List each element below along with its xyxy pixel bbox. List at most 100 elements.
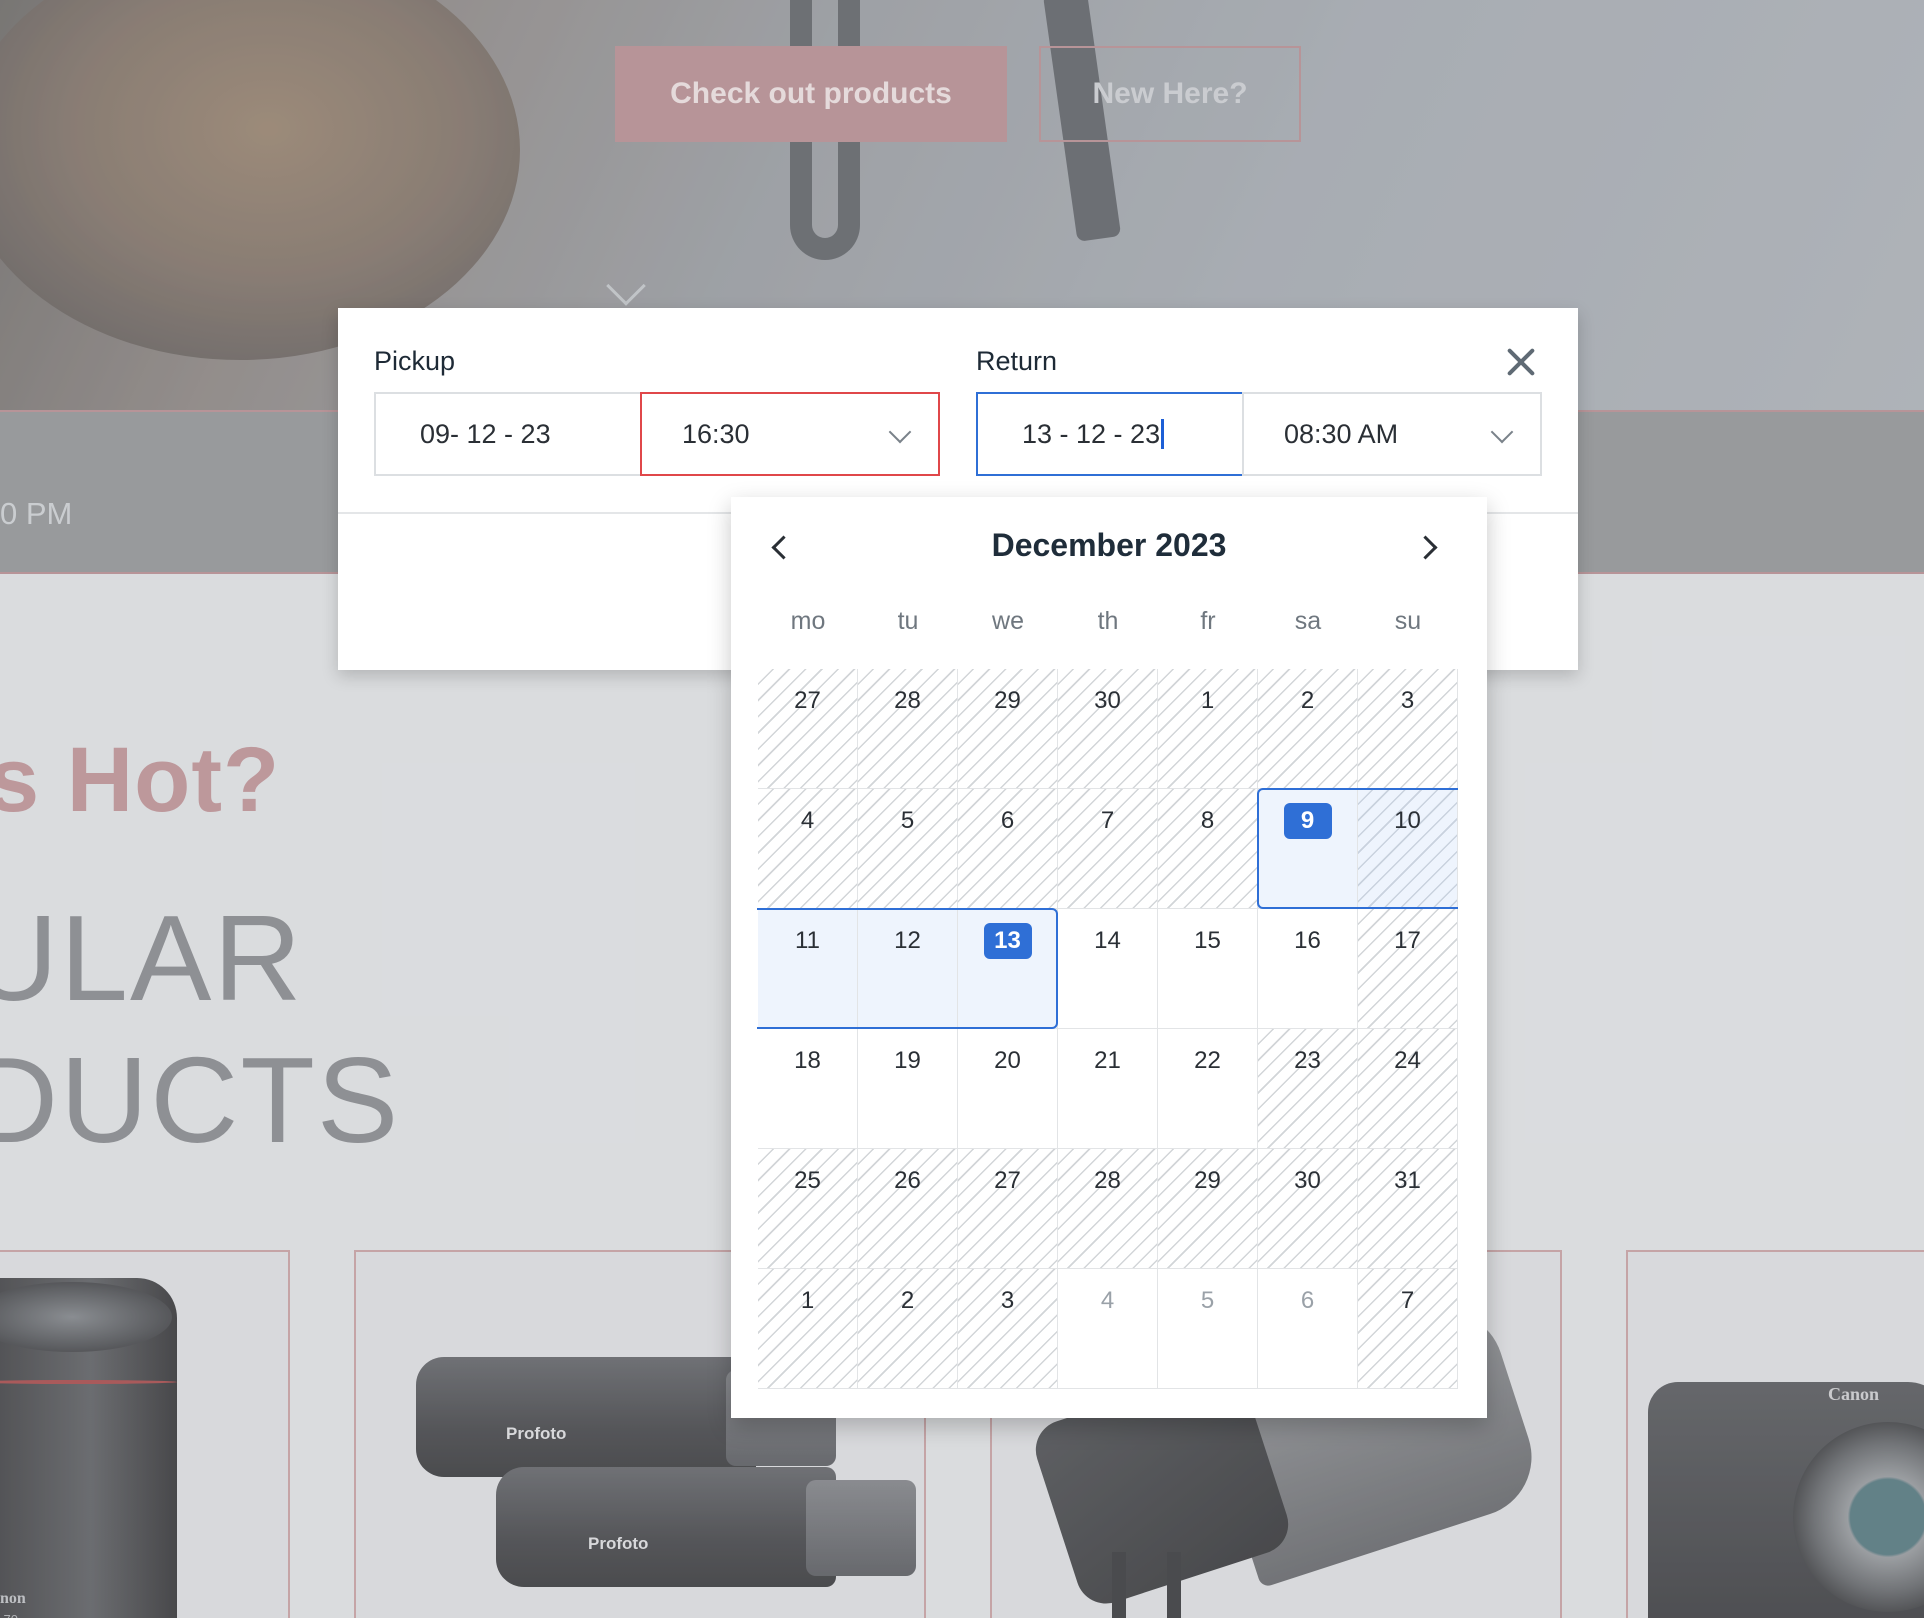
band-time-text: 0 PM	[0, 496, 73, 531]
calendar-day-number: 16	[1294, 927, 1321, 954]
calendar-day[interactable]: 5	[1158, 1269, 1258, 1389]
light-stand	[1112, 1552, 1126, 1618]
selected-day-badge: 13	[983, 923, 1032, 959]
calendar-day[interactable]: 6	[1258, 1269, 1358, 1389]
weekday-header: fr	[1200, 607, 1216, 635]
calendar-day: 8	[1158, 789, 1258, 909]
calendar-day: 23	[1258, 1029, 1358, 1149]
chevron-down-icon	[1490, 420, 1514, 444]
calendar-day-number: 24	[1394, 1047, 1421, 1074]
product-card-lens[interactable]: anon 4-70	[0, 1250, 290, 1618]
section-title-line2: DUCTS	[0, 1032, 401, 1168]
calendar-day-number: 28	[1094, 1167, 1121, 1194]
pickup-label: Pickup	[374, 346, 456, 376]
calendar-day: 25	[758, 1149, 858, 1269]
camera-brand-text: Canon	[1828, 1384, 1880, 1404]
calendar-day: 24	[1358, 1029, 1458, 1149]
calendar-day-number: 10	[1394, 807, 1421, 834]
calendar-day: 3	[958, 1269, 1058, 1389]
return-time-select[interactable]: 08:30 AM	[1242, 392, 1542, 476]
calendar-day-number: 26	[894, 1167, 921, 1194]
calendar-day-number: 21	[1094, 1047, 1121, 1074]
light-stand	[1167, 1552, 1181, 1618]
calendar-day-number: 17	[1394, 927, 1421, 954]
calendar-day-number: 29	[994, 687, 1021, 714]
calendar-day[interactable]: 11	[758, 909, 858, 1029]
chevron-right-icon[interactable]	[1413, 527, 1447, 567]
calendar-day: 31	[1358, 1149, 1458, 1269]
calendar-day-number: 12	[894, 927, 921, 954]
calendar-day: 6	[958, 789, 1058, 909]
calendar-day-number: 30	[1294, 1167, 1321, 1194]
calendar-day-number: 1	[800, 1287, 815, 1314]
calendar-day-number: 19	[894, 1047, 921, 1074]
calendar-day: 7	[1058, 789, 1158, 909]
calendar-day-number: 5	[900, 807, 915, 834]
calendar-day[interactable]: 16	[1258, 909, 1358, 1029]
calendar-day-number: 14	[1094, 927, 1121, 954]
calendar-day-number: 29	[1194, 1167, 1221, 1194]
calendar-day: 28	[858, 669, 958, 789]
lens-brand-text: anon	[0, 1590, 26, 1607]
calendar-day: 26	[858, 1149, 958, 1269]
calendar-day: 17	[1358, 909, 1458, 1029]
calendar-day-number: 22	[1194, 1047, 1221, 1074]
weekday-header: tu	[897, 607, 919, 635]
calendar-day[interactable]: 20	[958, 1029, 1058, 1149]
calendar-day-number: 5	[1200, 1287, 1215, 1314]
selected-day-badge: 9	[1283, 803, 1332, 839]
calendar-day[interactable]: 12	[858, 909, 958, 1029]
calendar-day[interactable]: 22	[1158, 1029, 1258, 1149]
return-time-value: 08:30 AM	[1284, 418, 1399, 449]
calendar-day: 28	[1058, 1149, 1158, 1269]
calendar-day[interactable]: 4	[1058, 1269, 1158, 1389]
calendar-day: 27	[958, 1149, 1058, 1269]
calendar-day: 7	[1358, 1269, 1458, 1389]
calendar-day-number: 7	[1100, 807, 1115, 834]
calendar-grid: 27 28 29 30 1 2 3 4 5 6 7 8 9 10 11 12 13 14 15 16 17 18 19 20 2…	[757, 669, 1458, 1389]
calendar-day-number: 30	[1094, 687, 1121, 714]
strobe-image-top	[416, 1357, 756, 1477]
calendar-day-number: 27	[994, 1167, 1021, 1194]
calendar-day: 5	[858, 789, 958, 909]
check-out-products-button[interactable]: Check out products	[615, 46, 1007, 142]
weekday-header: we	[992, 607, 1024, 635]
calendar-day[interactable]: 9	[1258, 789, 1358, 909]
strobe-head-bottom	[806, 1480, 916, 1576]
calendar-day-number: 25	[794, 1167, 821, 1194]
weekday-header: sa	[1294, 607, 1322, 635]
calendar-day: 30	[1258, 1149, 1358, 1269]
calendar-day[interactable]: 18	[758, 1029, 858, 1149]
calendar-day[interactable]: 21	[1058, 1029, 1158, 1149]
weekday-header: su	[1394, 607, 1422, 635]
strobe-brand-label: Profoto	[506, 1424, 567, 1443]
calendar-day-number: 28	[894, 687, 921, 714]
calendar-day[interactable]: 14	[1058, 909, 1158, 1029]
calendar-day[interactable]: 13	[958, 909, 1058, 1029]
section-title-line1: ULAR	[0, 890, 304, 1026]
new-here-button[interactable]: New Here?	[1039, 46, 1301, 142]
calendar-day-number: 4	[800, 807, 815, 834]
calendar-day[interactable]: 15	[1158, 909, 1258, 1029]
pickup-date-input[interactable]: 09- 12 - 23	[374, 392, 642, 476]
pickup-time-select[interactable]: 16:30	[640, 392, 940, 476]
section-heading: s Hot?	[0, 729, 281, 831]
pickup-time-value: 16:30	[682, 418, 750, 449]
calendar-day-number: 1	[1200, 687, 1215, 714]
lens-model-text: 4-70	[0, 1612, 18, 1618]
pickup-date-value: 09- 12 - 23	[420, 418, 551, 449]
calendar-day-number: 20	[994, 1047, 1021, 1074]
close-icon[interactable]	[1504, 346, 1538, 380]
weekday-header: th	[1097, 607, 1119, 635]
return-date-value: 13 - 12 - 23	[1022, 418, 1161, 449]
product-card-camera[interactable]: Canon	[1626, 1250, 1924, 1618]
calendar-day-number: 7	[1400, 1287, 1415, 1314]
calendar-day: 3	[1358, 669, 1458, 789]
calendar-day[interactable]: 19	[858, 1029, 958, 1149]
calendar-day-number: 8	[1200, 807, 1215, 834]
calendar-day: 27	[758, 669, 858, 789]
calendar-day: 30	[1058, 669, 1158, 789]
calendar-day: 2	[858, 1269, 958, 1389]
return-date-input[interactable]: 13 - 12 - 23	[976, 392, 1244, 476]
calendar-day: 29	[1158, 1149, 1258, 1269]
